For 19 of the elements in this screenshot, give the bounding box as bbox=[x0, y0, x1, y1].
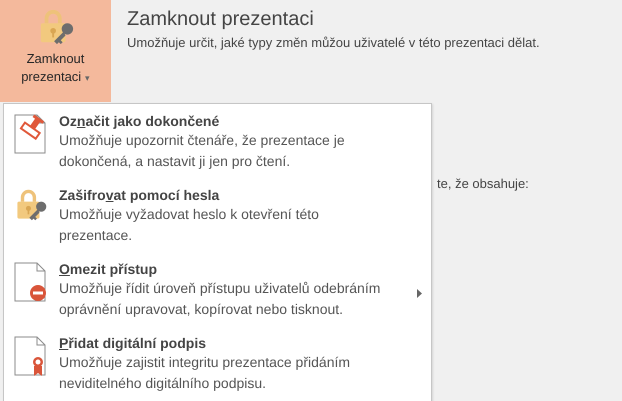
info-text: te, že obsahuje: bbox=[437, 175, 529, 193]
document-blocked-icon bbox=[14, 262, 48, 304]
menu-item-description: Umožňuje upozornit čtenáře, že prezentace je dokončená, a nastavit ji jen pro čtení. bbox=[59, 131, 346, 171]
menu-item[interactable]: Omezit přístup Umožňuje řídit úroveň přístupu uživatelů odebráním oprávnění upravovat, kopírovat nebo tisknout. bbox=[4, 258, 431, 332]
document-ribbon-icon bbox=[14, 336, 48, 378]
menu-item-title: Omezit přístup bbox=[59, 260, 158, 278]
stamp-icon bbox=[14, 114, 48, 156]
section-description: Umožňuje určit, jaké typy změn můžou uživatelé v této prezentaci dělat. bbox=[127, 34, 540, 52]
menu-item-description: Umožňuje řídit úroveň přístupu uživatelů odebráním oprávnění upravovat, kopírovat nebo tisknout. bbox=[59, 279, 382, 319]
menu-item-title: Zašifrovat pomocí hesla bbox=[59, 186, 220, 204]
menu-item-description: Umožňuje vyžadovat heslo k otevření této prezentace. bbox=[59, 205, 320, 245]
menu-item-description: Umožňuje zajistit integritu prezentace přidáním neviditelného digitálního podpisu. bbox=[59, 353, 352, 393]
menu-item[interactable]: Označit jako dokončené Umožňuje upozornit čtenáře, že prezentace je dokončená, a nastavit ji jen pro čtení. bbox=[4, 110, 431, 184]
lock-presentation-button[interactable]: Zamknout prezentaci ▾ bbox=[0, 0, 111, 102]
section-title: Zamknout prezentaci bbox=[127, 7, 315, 31]
menu-item-title: Přidat digitální podpis bbox=[59, 334, 208, 352]
menu-item[interactable]: Přidat digitální podpis Umožňuje zajistit integritu prezentace přidáním neviditelného digitálního podpisu. bbox=[4, 332, 431, 401]
menu-item[interactable]: Zašifrovat pomocí hesla Umožňuje vyžadovat heslo k otevření této prezentace. bbox=[4, 184, 431, 258]
menu-item-title: Označit jako dokončené bbox=[59, 112, 220, 130]
